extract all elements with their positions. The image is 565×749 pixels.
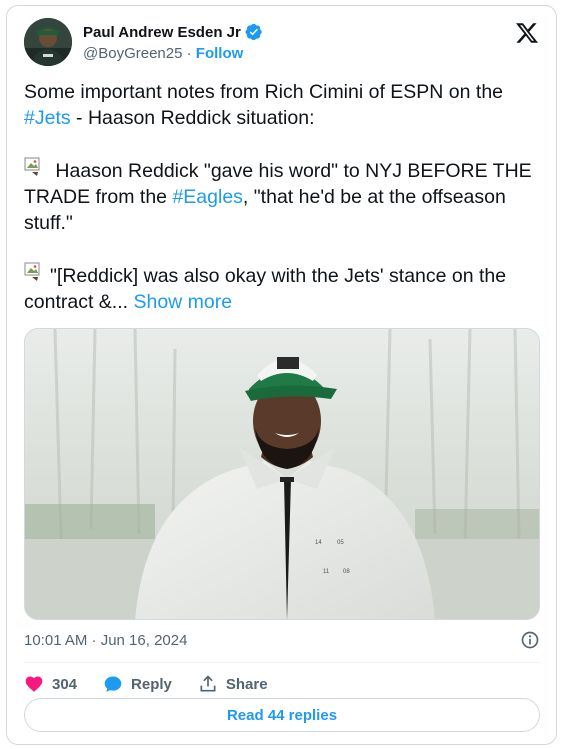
verified-badge-icon xyxy=(245,23,262,41)
svg-text:05: 05 xyxy=(337,540,344,546)
info-icon[interactable] xyxy=(520,630,540,650)
author-handle-row: @BoyGreen25 · Follow xyxy=(83,45,243,62)
reply-label: Reply xyxy=(131,675,172,693)
follow-button[interactable]: Follow xyxy=(196,45,244,62)
avatar-image xyxy=(24,18,72,66)
svg-text:08: 08 xyxy=(343,569,350,575)
broken-image-icon xyxy=(24,157,50,179)
author-name-row[interactable]: Paul Andrew Esden Jr xyxy=(83,23,263,41)
like-button[interactable]: 304 xyxy=(24,674,77,694)
tweet-paragraph-1: Some important notes from Rich Cimini of… xyxy=(24,79,534,131)
show-more-link[interactable]: Show more xyxy=(133,291,232,313)
avatar[interactable] xyxy=(24,18,72,66)
hashtag-jets-link[interactable]: #Jets xyxy=(24,107,71,129)
tweet-text-segment: - Haason Reddick situation: xyxy=(70,107,315,129)
svg-text:14: 14 xyxy=(315,540,322,546)
author-handle[interactable]: @BoyGreen25 xyxy=(83,45,182,62)
tweet-text-segment: Some important notes from Rich Cimini of… xyxy=(24,81,504,103)
tweet-actions: 304 Reply Share xyxy=(24,670,294,698)
author-name[interactable]: Paul Andrew Esden Jr xyxy=(83,24,241,41)
hashtag-eagles-link[interactable]: #Eagles xyxy=(172,186,242,208)
likes-count: 304 xyxy=(52,675,78,693)
tweet-photo[interactable]: 14 05 11 08 xyxy=(24,328,540,620)
reply-bubble-icon xyxy=(104,676,122,692)
svg-text:11: 11 xyxy=(323,569,330,575)
tweet-text-segment: "[Reddick] was also okay with the Jets' … xyxy=(24,265,507,313)
tweet-timestamp[interactable]: 10:01 AM · Jun 16, 2024 xyxy=(24,632,187,649)
heart-icon xyxy=(25,676,43,692)
share-icon xyxy=(200,675,216,692)
share-button[interactable]: Share xyxy=(198,674,268,694)
tweet-paragraph-3: "[Reddick] was also okay with the Jets' … xyxy=(24,262,534,315)
broken-image-icon xyxy=(24,262,50,284)
tweet-text: Some important notes from Rich Cimini of… xyxy=(24,79,534,315)
handle-separator: · xyxy=(186,45,192,62)
reply-button[interactable]: Reply xyxy=(103,674,172,694)
share-label: Share xyxy=(225,675,268,693)
x-logo-icon[interactable] xyxy=(515,21,539,45)
tweet-paragraph-2: Haason Reddick "gave his word" to NYJ BE… xyxy=(24,157,534,236)
tweet-meta-row: 10:01 AM · Jun 16, 2024 xyxy=(24,630,540,650)
divider xyxy=(24,662,540,663)
embedded-tweet-card: Paul Andrew Esden Jr @BoyGreen25 · Follo… xyxy=(6,5,557,745)
photo-man-in-green-cap: 14 05 11 08 xyxy=(25,329,539,619)
read-replies-button[interactable]: Read 44 replies xyxy=(24,698,540,732)
